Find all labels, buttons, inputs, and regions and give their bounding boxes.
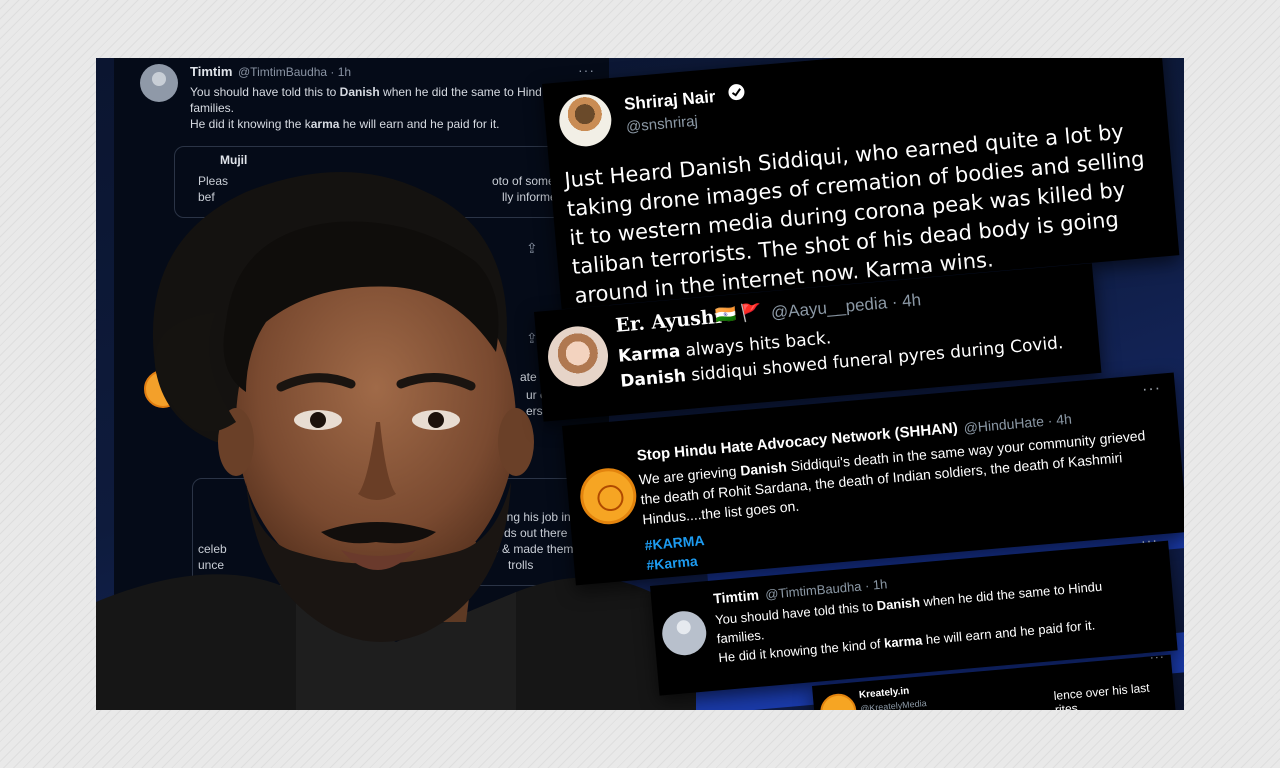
text-segment: families. bbox=[716, 627, 766, 647]
text-segment: when he did the same to Hindu bbox=[919, 578, 1103, 610]
tweet-handle: @TimtimBaudha · 1h bbox=[238, 65, 352, 79]
more-icon: ··· bbox=[1140, 531, 1159, 550]
keyword: Karma bbox=[617, 341, 682, 367]
tweet-handle: @snshriraj bbox=[625, 112, 699, 136]
text-segment: he will earn and he paid for it. bbox=[921, 617, 1096, 648]
tweet-author-name: Er. Ayushi bbox=[614, 305, 723, 337]
tweet-author-name: Timtim bbox=[190, 64, 233, 79]
keyword: Danish bbox=[739, 458, 788, 479]
tweet-author-name: Shriraj Nair bbox=[623, 86, 717, 114]
keyword: karma bbox=[883, 632, 923, 651]
avatar bbox=[660, 609, 709, 658]
tweet-text: lence over his last rites bbox=[1053, 680, 1151, 710]
keyword: Danish bbox=[619, 366, 687, 392]
tweet-author-name: Timtim bbox=[712, 586, 760, 607]
keyword: Danish bbox=[339, 85, 380, 99]
avatar bbox=[577, 465, 639, 527]
verified-badge-icon bbox=[728, 84, 745, 101]
more-icon: ··· bbox=[578, 62, 595, 78]
avatar bbox=[818, 692, 858, 710]
text-segment: when he did the same to Hind bbox=[379, 85, 542, 99]
more-icon: ··· bbox=[1149, 649, 1166, 665]
avatar bbox=[140, 64, 178, 102]
collage-image: Timtim @TimtimBaudha · 1h ··· You should… bbox=[96, 58, 1184, 710]
flag-icons: 🇮🇳 🚩 bbox=[714, 302, 763, 326]
text-segment: families. bbox=[190, 101, 235, 115]
avatar bbox=[557, 92, 614, 149]
avatar bbox=[545, 323, 611, 389]
tweet-handle: @Aayu__pedia · 4h bbox=[770, 290, 922, 323]
keyword: Danish bbox=[876, 594, 921, 614]
tweet-author-name: Kreately.in bbox=[858, 685, 910, 701]
more-icon: ··· bbox=[1141, 379, 1162, 399]
text-segment: You should have told this to bbox=[190, 85, 340, 99]
